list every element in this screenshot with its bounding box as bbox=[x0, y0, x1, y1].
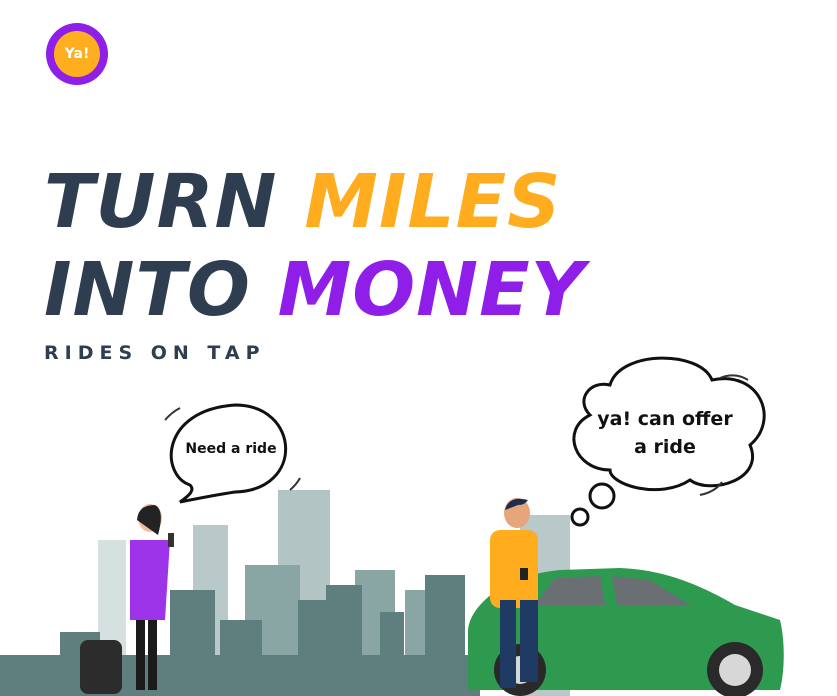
city-ride-illustration bbox=[0, 356, 784, 696]
driver-bubble-text-line2: a ride bbox=[634, 436, 696, 458]
driver-bubble-text-line1: ya! can offer bbox=[597, 408, 733, 430]
passenger-bubble-text: Need a ride bbox=[185, 441, 277, 457]
